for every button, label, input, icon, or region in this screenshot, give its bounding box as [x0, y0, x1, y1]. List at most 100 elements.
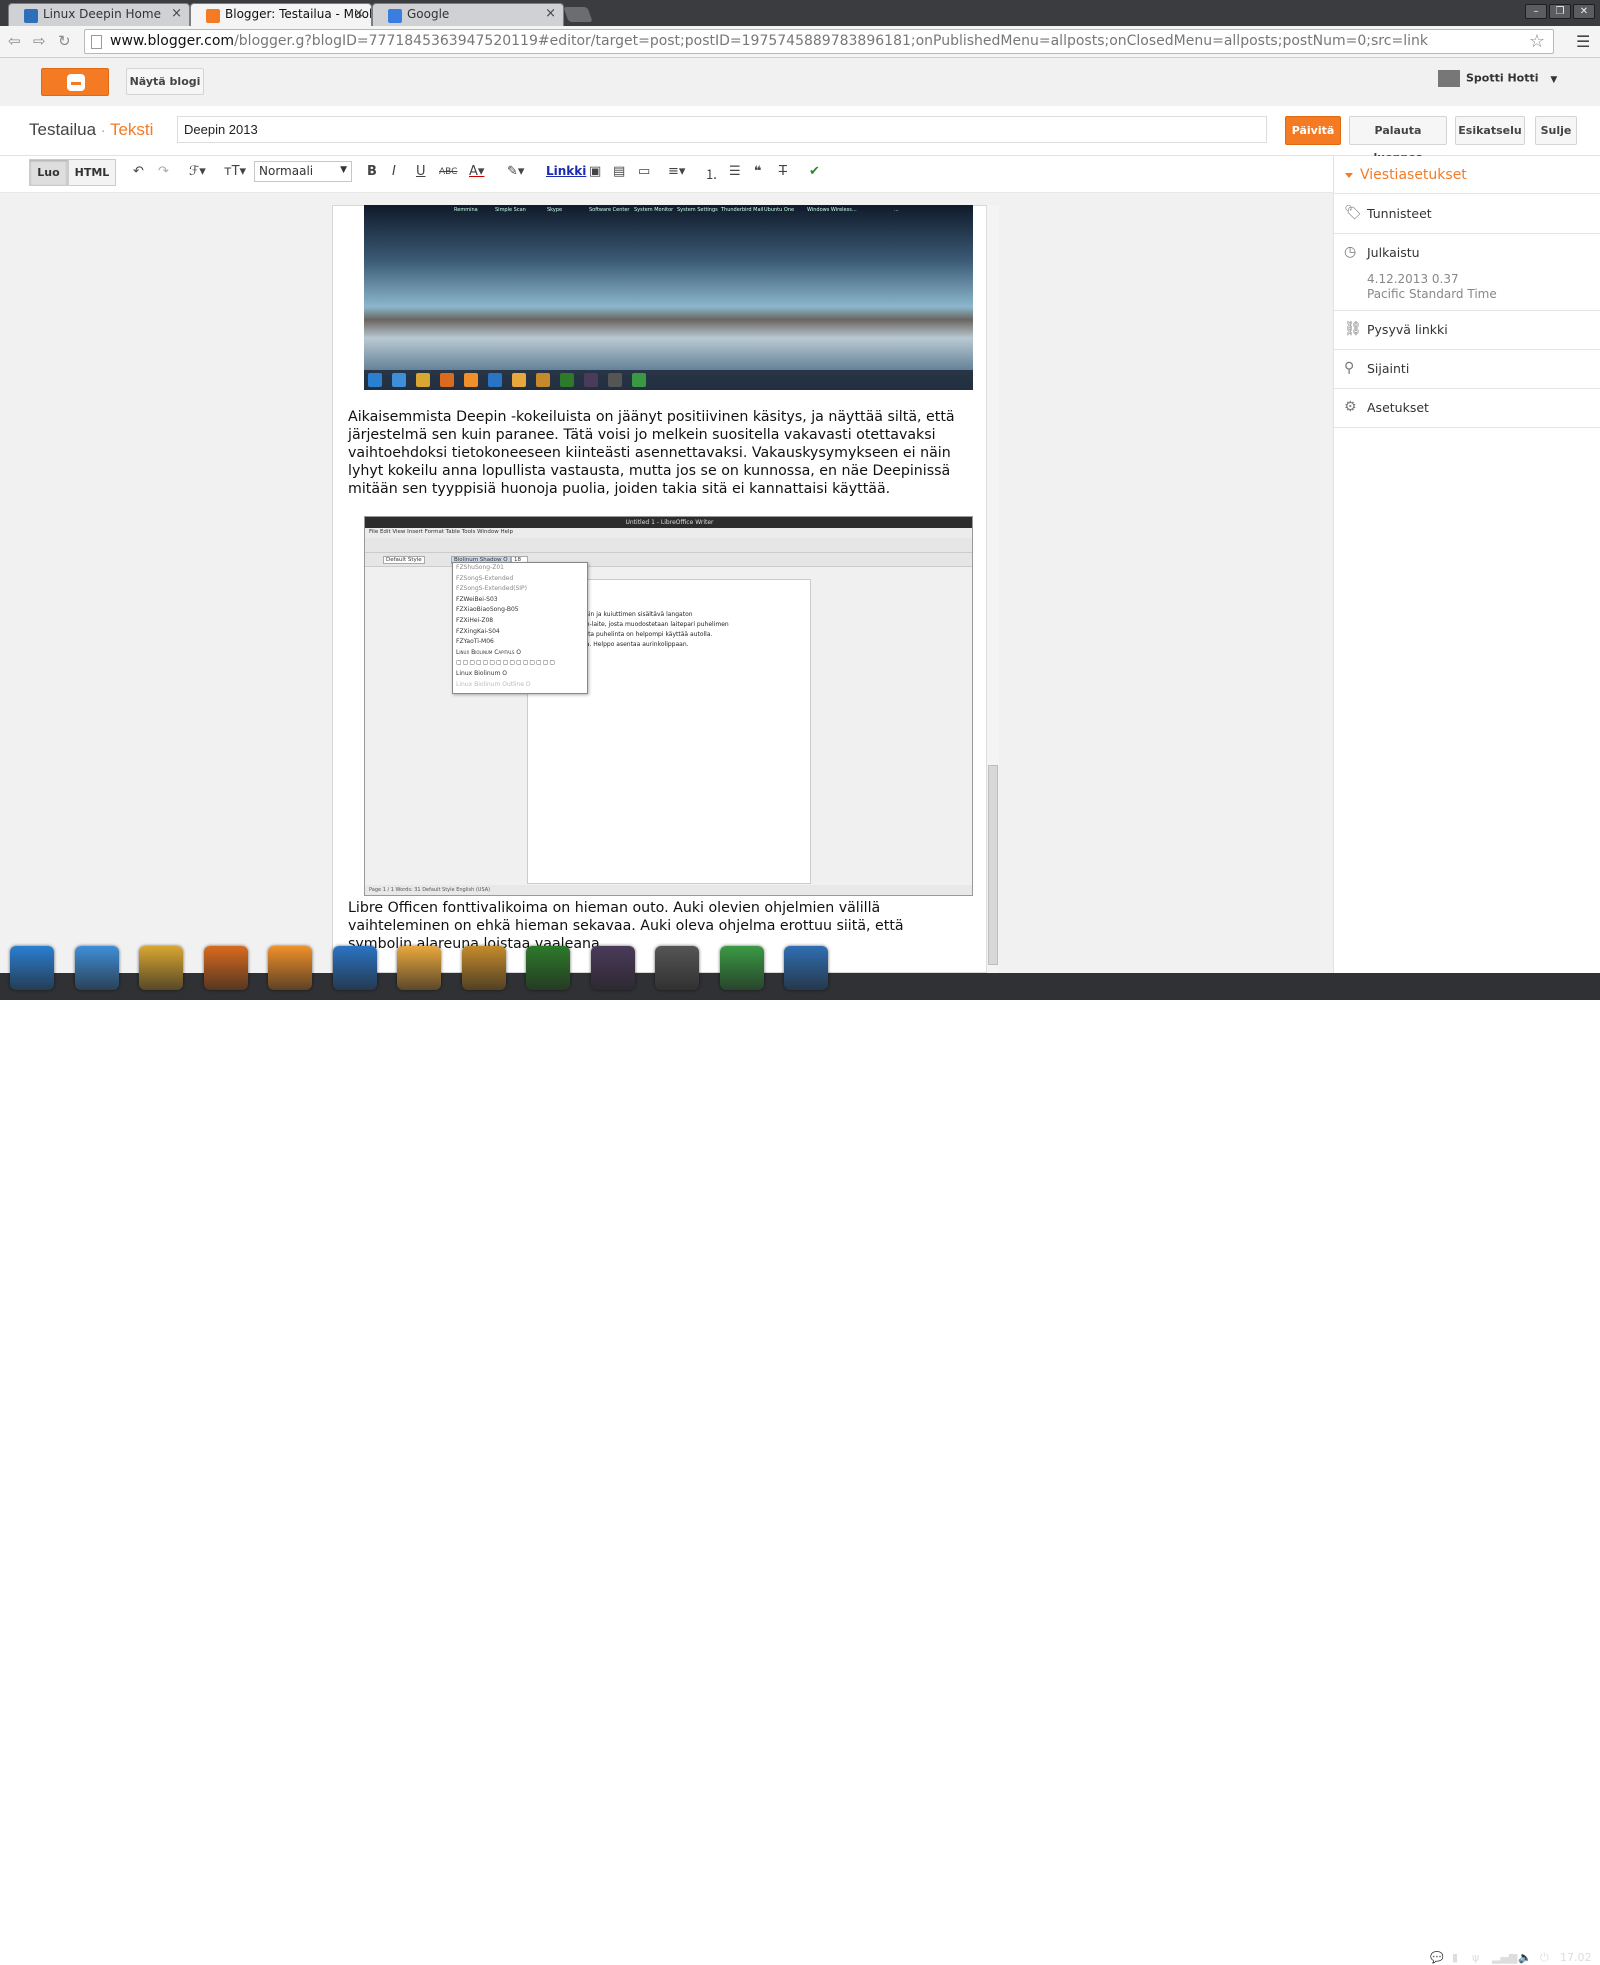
libreoffice-writer-dock-icon[interactable]: [784, 946, 828, 990]
revert-draft-button[interactable]: Palauta luonnos: [1349, 116, 1447, 164]
lo-font-item: Linux Biolinum Outline O: [456, 680, 531, 688]
scrollbar-thumb[interactable]: [988, 765, 998, 965]
quote-icon[interactable]: ❝: [754, 164, 762, 179]
tab-label: Blogger: Testailua - Muok: [225, 7, 372, 21]
clock-text[interactable]: 17.02: [1560, 1951, 1592, 1964]
blogger-logo-icon[interactable]: [41, 68, 109, 96]
text-color-icon[interactable]: A▾: [469, 164, 484, 179]
strikethrough-icon[interactable]: ABC: [439, 167, 457, 177]
align-icon[interactable]: ≡▾: [668, 164, 685, 179]
close-tab-icon[interactable]: ×: [353, 6, 364, 21]
user-menu[interactable]: Spotti Hotti ▼: [1438, 70, 1557, 87]
close-button[interactable]: Sulje: [1535, 116, 1577, 145]
update-button[interactable]: Päivitä: [1285, 116, 1341, 145]
lo-font-item: Linux Biolinum Capitals O: [456, 648, 522, 656]
insert-jump-break-icon[interactable]: ▭: [638, 164, 650, 179]
power-tray-icon[interactable]: ⏻: [1540, 1951, 1549, 1965]
games-dock-icon[interactable]: [461, 946, 506, 990]
sidebar-item-settings[interactable]: ⚙ Asetukset: [1334, 389, 1600, 428]
gear-icon: ⚙: [1344, 399, 1357, 415]
close-tab-icon[interactable]: ×: [545, 6, 556, 21]
tab-linux-deepin-home[interactable]: Linux Deepin Home ×: [8, 3, 190, 26]
desktop-icon: [392, 373, 406, 387]
format-select[interactable]: Normaali ▼: [254, 161, 352, 182]
lo-font-item: ▢▢▢▢▢▢▢▢▢▢▢▢▢▢▢: [456, 659, 557, 667]
address-bar[interactable]: www.blogger.com/blogger.g?blogID=7771845…: [84, 29, 1554, 54]
insert-image-icon[interactable]: ▣: [589, 164, 601, 179]
usb-tray-icon[interactable]: ψ: [1472, 1951, 1479, 1964]
desktop-app-label: Skype: [547, 207, 563, 213]
network-tray-icon[interactable]: ▂▄▆: [1492, 1951, 1517, 1964]
preview-button[interactable]: Esikatselu: [1455, 116, 1525, 145]
sidebar-item-permalink[interactable]: ⛓ Pysyvä linkki: [1334, 311, 1600, 350]
deepin-favicon-icon: [24, 9, 38, 23]
breadcrumb-blog[interactable]: Testailua: [29, 120, 96, 139]
firefox-icon: [440, 373, 454, 387]
sidebar-item-location[interactable]: ⚲ Sijainti: [1334, 350, 1600, 389]
new-tab-button[interactable]: [563, 7, 593, 22]
insert-video-icon[interactable]: ▤: [613, 164, 625, 179]
deepin-music-dock-icon[interactable]: [268, 946, 312, 990]
image-viewer-dock-icon[interactable]: [526, 946, 570, 990]
numbered-list-icon[interactable]: ⒈: [705, 164, 718, 183]
deepin-emacs-dock-icon[interactable]: [590, 946, 635, 990]
firefox-dock-icon[interactable]: [203, 946, 248, 990]
breadcrumb-separator: ·: [100, 122, 106, 138]
deepin-launcher-dock-icon[interactable]: [10, 946, 54, 990]
breadcrumb-section: Teksti: [109, 120, 154, 139]
minimize-icon[interactable]: –: [1525, 4, 1547, 19]
font-size-icon[interactable]: ᴛT▾: [224, 164, 246, 179]
battery-tray-icon[interactable]: ▮: [1452, 1951, 1458, 1964]
sidebar-item-labels[interactable]: 🏷 Tunnisteet: [1334, 195, 1600, 234]
file-manager-dock-icon[interactable]: [139, 946, 183, 990]
redo-icon[interactable]: ↷: [158, 164, 169, 179]
bookmark-star-icon[interactable]: ☆: [1529, 31, 1545, 52]
underline-icon[interactable]: U: [416, 164, 426, 179]
bold-icon[interactable]: B: [367, 164, 377, 179]
desktop-app-label: ...: [894, 207, 899, 213]
html-mode-button[interactable]: HTML: [68, 159, 116, 186]
deepin-desktop-screenshot[interactable]: Remmina Simple Scan Skype Software Cente…: [364, 205, 973, 390]
post-paragraph-2[interactable]: Libre Officen fonttivalikoima on hieman …: [348, 899, 966, 953]
lo-font-item: FZXingKai-S04: [456, 627, 500, 635]
remove-formatting-icon[interactable]: T̶: [779, 164, 787, 179]
desktop-app-label: ...: [852, 207, 857, 213]
desktop-app-label: Software Center: [589, 207, 630, 213]
undo-icon[interactable]: ↶: [133, 164, 144, 179]
lo-font-dropdown: FZShuSong-Z01 FZSongS-Extended FZSongS-E…: [452, 562, 588, 694]
published-date: 4.12.2013 0.37: [1367, 272, 1459, 286]
view-blog-button[interactable]: Näytä blogi: [126, 68, 204, 95]
desktop-dock-icon[interactable]: [74, 946, 119, 990]
system-settings-dock-icon[interactable]: [655, 946, 699, 990]
link-button[interactable]: Linkki: [546, 164, 586, 178]
post-title-input[interactable]: [177, 116, 1267, 143]
post-paragraph-1[interactable]: Aikaisemmista Deepin -kokeiluista on jää…: [348, 408, 966, 498]
chat-tray-icon[interactable]: 💬: [1430, 1951, 1444, 1964]
tab-google[interactable]: Google ×: [372, 3, 564, 26]
blogger-header: Näytä blogi Spotti Hotti ▼: [0, 58, 1600, 106]
libreoffice-screenshot[interactable]: Untitled 1 - LibreOffice Writer File Edi…: [364, 516, 973, 896]
post-settings-heading[interactable]: Viestiasetukset: [1334, 156, 1600, 194]
compose-mode-button[interactable]: Luo: [29, 159, 68, 186]
italic-icon[interactable]: I: [392, 164, 396, 179]
volume-tray-icon[interactable]: 🔈: [1518, 1951, 1532, 1964]
spellcheck-icon[interactable]: ✔: [809, 164, 820, 179]
highlight-color-icon[interactable]: ✎▾: [507, 164, 524, 179]
deepin-terminal-dock-icon[interactable]: [332, 946, 377, 990]
sidebar-item-published[interactable]: ◷ Julkaistu 4.12.2013 0.37 Pacific Stand…: [1334, 234, 1600, 311]
editor-scrollbar[interactable]: [986, 205, 999, 973]
desktop-app-label: Windows Wireless: [807, 207, 852, 213]
restore-icon[interactable]: ❐: [1549, 4, 1571, 19]
software-center-dock-icon[interactable]: [397, 946, 441, 990]
font-family-icon[interactable]: ℱ▾: [189, 164, 206, 179]
browser-menu-icon[interactable]: ☰: [1576, 32, 1590, 51]
location-pin-icon: ⚲: [1344, 360, 1355, 376]
window-close-icon[interactable]: ✕: [1573, 4, 1595, 19]
tab-blogger[interactable]: Blogger: Testailua - Muok ×: [190, 3, 372, 26]
chrome-dock-icon[interactable]: [719, 946, 764, 990]
reload-icon[interactable]: ↻: [58, 32, 71, 50]
bullet-list-icon[interactable]: ☰: [729, 164, 741, 179]
back-icon[interactable]: ⇦: [8, 32, 21, 50]
forward-icon[interactable]: ⇨: [33, 32, 46, 50]
close-tab-icon[interactable]: ×: [171, 6, 182, 21]
